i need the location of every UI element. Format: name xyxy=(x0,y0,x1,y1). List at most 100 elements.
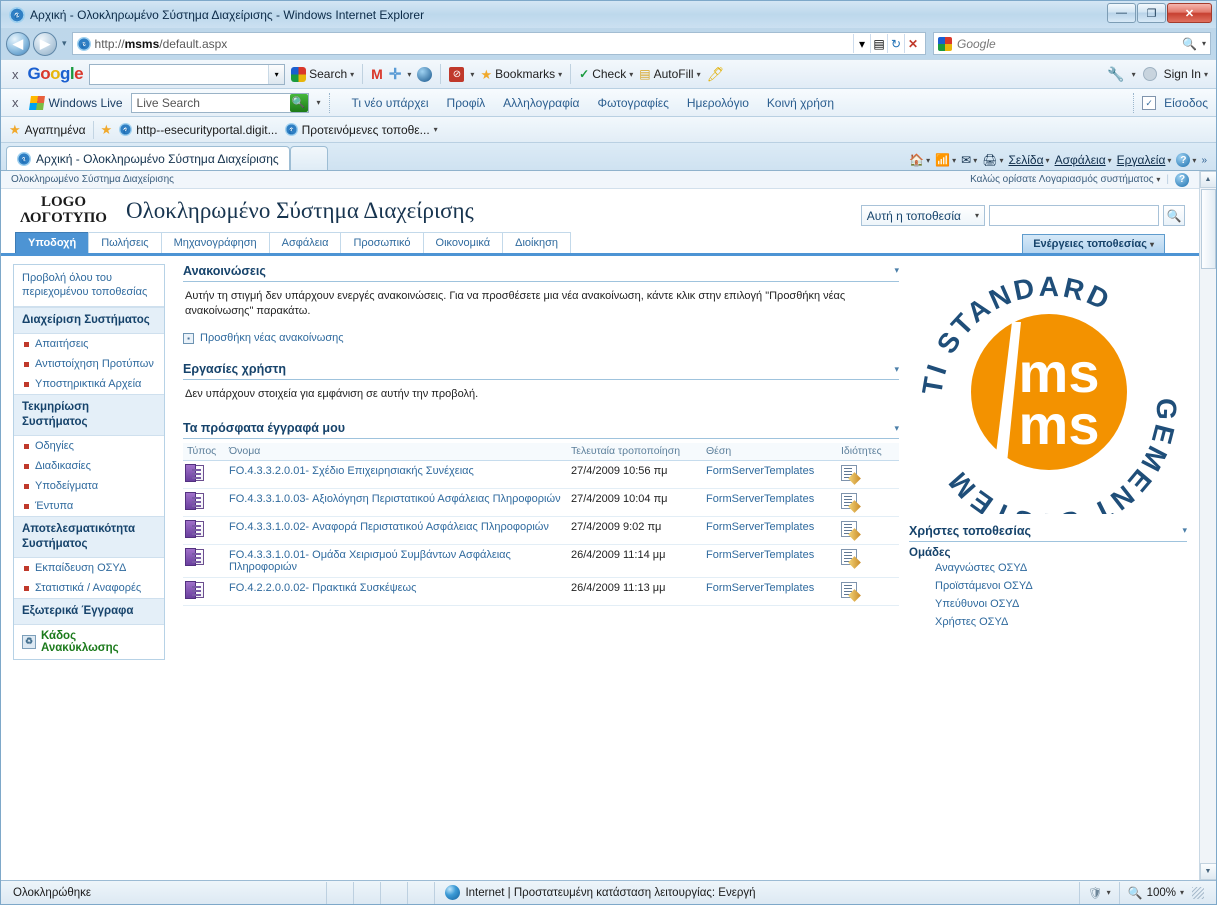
plus-icon[interactable]: ✛ xyxy=(389,65,402,83)
safety-menu-button[interactable]: Ασφάλεια ▾ xyxy=(1055,153,1112,167)
site-tab-4[interactable]: Προσωπικό xyxy=(340,231,424,253)
close-button[interactable]: ✕ xyxy=(1167,3,1212,23)
live-link-2[interactable]: Αλληλογραφία xyxy=(503,96,579,110)
live-link-3[interactable]: Φωτογραφίες xyxy=(598,96,669,110)
ql-item-odigies[interactable]: Οδηγίες xyxy=(14,436,164,456)
tools-menu-button[interactable]: Εργαλεία ▾ xyxy=(1117,153,1172,167)
edit-properties-icon[interactable] xyxy=(841,582,857,599)
mail-button[interactable]: ✉ ▾ xyxy=(961,153,977,167)
sharepoint-help-icon[interactable]: ? xyxy=(1175,172,1189,187)
plus-caret-icon[interactable]: ▾ xyxy=(407,70,411,79)
doc-location-link[interactable]: FormServerTemplates xyxy=(706,465,814,477)
ql-item-ypostiriktika[interactable]: Υποστηρικτικά Αρχεία xyxy=(14,374,164,394)
scroll-down-button[interactable]: ▼ xyxy=(1199,863,1216,880)
webpart-menu-caret-icon[interactable]: ▾ xyxy=(894,423,899,434)
scroll-thumb[interactable] xyxy=(1200,189,1216,269)
group-link-0[interactable]: Αναγνώστες ΟΣΥΔ xyxy=(909,559,1187,577)
chevron-down-icon[interactable]: ▾ xyxy=(926,156,930,165)
ql-section-3-heading[interactable]: Εξωτερικά Έγγραφα xyxy=(14,597,164,625)
forward-button[interactable]: ▶ xyxy=(33,31,57,56)
live-link-5[interactable]: Κοινή χρήση xyxy=(767,96,834,110)
settings-caret-icon[interactable]: ▾ xyxy=(1132,70,1136,79)
col-type[interactable]: Τύπος xyxy=(183,443,225,462)
favorites-button[interactable]: ★ Αγαπημένα xyxy=(9,123,86,137)
command-overflow-button[interactable]: » xyxy=(1201,155,1207,166)
chevron-down-icon[interactable]: ▾ xyxy=(1150,240,1154,249)
doc-name-link[interactable]: FO.4.3.3.1.0.02- Αναφορά Περιστατικού Ασ… xyxy=(229,521,549,533)
doc-location-link[interactable]: FormServerTemplates xyxy=(706,549,814,561)
wrench-icon[interactable]: 🔧 xyxy=(1107,66,1124,83)
group-link-2[interactable]: Υπεύθυνοι ΟΣΥΔ xyxy=(909,595,1187,613)
doc-name-link[interactable]: FO.4.3.3.1.0.01- Ομάδα Χειρισμού Συμβάντ… xyxy=(229,549,511,573)
ie-search-box[interactable]: Google 🔍 ▾ xyxy=(933,32,1211,55)
edit-properties-icon[interactable] xyxy=(841,493,857,510)
table-row[interactable]: FO.4.3.3.1.0.01- Ομάδα Χειρισμού Συμβάντ… xyxy=(183,544,899,579)
browser-tab-0[interactable]: Αρχική - Ολοκληρωμένο Σύστημα Διαχείριση… xyxy=(6,146,290,170)
site-tab-0[interactable]: Υποδοχή xyxy=(15,231,90,253)
col-properties[interactable]: Ιδιότητες xyxy=(837,443,899,462)
ql-item-apaitiseis[interactable]: Απαιτήσεις xyxy=(14,334,164,354)
chevron-down-icon[interactable]: ▾ xyxy=(1107,888,1111,897)
page-vertical-scrollbar[interactable]: ▲ ▼ xyxy=(1199,171,1216,880)
ql-section-0-heading[interactable]: Διαχείριση Συστήματος xyxy=(14,307,164,335)
chevron-down-icon[interactable]: ▾ xyxy=(434,125,438,134)
chevron-down-icon[interactable]: ▾ xyxy=(975,211,979,220)
ql-section-1-heading[interactable]: Τεκμηρίωση Συστήματος xyxy=(14,394,164,436)
group-link-3[interactable]: Χρήστες ΟΣΥΔ xyxy=(909,613,1187,631)
edit-properties-icon[interactable] xyxy=(841,521,857,538)
resize-grip[interactable] xyxy=(1192,886,1205,899)
ql-item-statistika[interactable]: Στατιστικά / Αναφορές xyxy=(14,578,164,598)
popup-blocker-icon[interactable]: ⊘ xyxy=(449,66,465,82)
refresh-icon[interactable]: ↻ xyxy=(887,34,904,53)
google-bookmarks-button[interactable]: ★ Bookmarks ▾ xyxy=(480,67,562,81)
favorite-item-1[interactable]: Προτεινόμενες τοποθε... ▾ xyxy=(284,123,438,137)
search-icon[interactable]: 🔍 xyxy=(289,93,308,112)
ql-item-ekpaideysi[interactable]: Εκπαίδευση ΟΣΥΔ xyxy=(14,558,164,578)
live-link-4[interactable]: Ημερολόγιο xyxy=(687,96,749,110)
doc-location-link[interactable]: FormServerTemplates xyxy=(706,521,814,533)
google-query-caret-icon[interactable]: ▾ xyxy=(268,64,285,84)
security-zone[interactable]: Internet | Προστατευμένη κατάσταση λειτο… xyxy=(434,881,765,904)
webpart-menu-caret-icon[interactable]: ▾ xyxy=(1182,525,1187,536)
chevron-down-icon[interactable]: ▾ xyxy=(1204,70,1208,79)
search-scope-select[interactable]: Αυτή η τοποθεσία ▾ xyxy=(860,205,985,226)
ql-section-2-heading[interactable]: Αποτελεσματικότητα Συστήματος xyxy=(14,516,164,558)
minimize-button[interactable]: — xyxy=(1107,3,1136,23)
edit-properties-icon[interactable] xyxy=(841,465,857,482)
protected-mode-button[interactable]: 🛡 ▾ xyxy=(1079,881,1119,904)
ql-item-entypa[interactable]: Έντυπα xyxy=(14,496,164,516)
col-modified[interactable]: Τελευταία τροποποίηση xyxy=(567,443,702,462)
recent-pages-caret-icon[interactable]: ▾ xyxy=(60,38,69,49)
google-search-button[interactable]: Search ▾ xyxy=(291,66,354,82)
site-tab-2[interactable]: Μηχανογράφηση xyxy=(160,231,270,253)
chevron-down-icon[interactable]: ▾ xyxy=(1108,156,1112,165)
chevron-down-icon[interactable]: ▾ xyxy=(629,70,633,79)
table-row[interactable]: FO.4.3.3.1.0.03- Αξιολόγηση Περιστατικού… xyxy=(183,488,899,518)
chevron-down-icon[interactable]: ▾ xyxy=(1167,156,1171,165)
live-toolbar-close-button[interactable]: x xyxy=(9,95,22,110)
google-autofill-button[interactable]: ▤ AutoFill ▾ xyxy=(639,67,700,81)
chevron-down-icon[interactable]: ▾ xyxy=(350,70,354,79)
view-all-site-content-link[interactable]: Προβολή όλου του περιεχομένου τοποθεσίας xyxy=(14,265,164,308)
breadcrumb[interactable]: Ολοκληρωμένο Σύστημα Διαχείρισης xyxy=(11,174,174,185)
doc-location-link[interactable]: FormServerTemplates xyxy=(706,582,814,594)
live-login-link[interactable]: Είσοδος xyxy=(1164,96,1208,110)
zoom-control[interactable]: 🔍 100% ▾ xyxy=(1118,881,1212,904)
group-link-1[interactable]: Προϊστάμενοι ΟΣΥΔ xyxy=(909,577,1187,595)
chevron-down-icon[interactable]: ▾ xyxy=(999,156,1003,165)
ql-item-diadikasies[interactable]: Διαδικασίες xyxy=(14,456,164,476)
help-menu-button[interactable]: ? ▾ xyxy=(1176,153,1196,167)
print-button[interactable]: 🖨 ▾ xyxy=(982,153,1003,167)
search-go-button[interactable]: 🔍 xyxy=(1163,205,1185,226)
google-check-button[interactable]: ✓ Check ▾ xyxy=(579,67,633,81)
chevron-down-icon[interactable]: ▾ xyxy=(697,70,701,79)
chevron-down-icon[interactable]: ▾ xyxy=(1046,156,1050,165)
chevron-down-icon[interactable]: ▾ xyxy=(973,156,977,165)
live-link-1[interactable]: Προφίλ xyxy=(447,96,486,110)
col-name[interactable]: Όνομα xyxy=(225,443,567,462)
doc-name-link[interactable]: FO.4.2.2.0.0.02- Πρακτικά Συσκέψεως xyxy=(229,582,416,594)
google-signin-button[interactable]: Sign In ▾ xyxy=(1164,67,1208,81)
table-row[interactable]: FO.4.2.2.0.0.02- Πρακτικά Συσκέψεως 26/4… xyxy=(183,577,899,607)
signin-box-icon[interactable]: ✓ xyxy=(1142,95,1157,110)
chevron-down-icon[interactable]: ▾ xyxy=(1180,888,1184,897)
